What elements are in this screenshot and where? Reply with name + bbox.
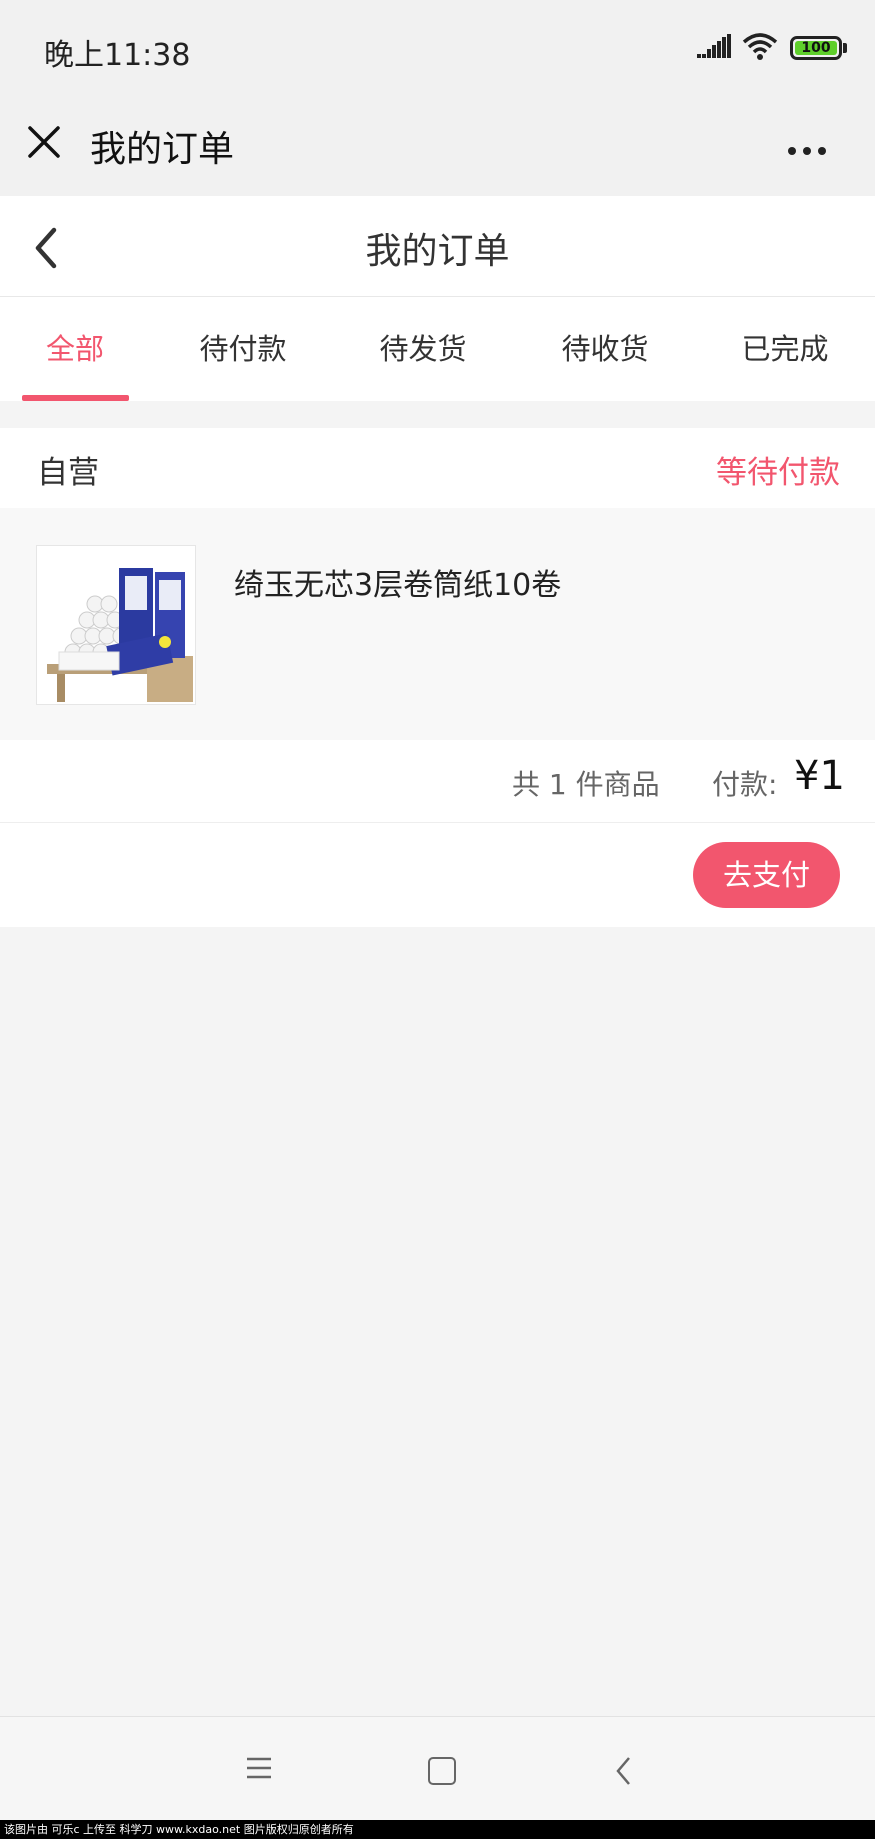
order-tabs: 全部 待付款 待发货 待收货 已完成 xyxy=(0,297,875,401)
more-icon[interactable] xyxy=(788,140,833,159)
product-thumbnail[interactable] xyxy=(36,545,196,705)
shop-name: 自营 xyxy=(37,455,99,491)
wechat-title: 我的订单 xyxy=(90,129,235,170)
tab-pending-payment[interactable]: 待付款 xyxy=(168,297,318,401)
battery-level: 100 xyxy=(795,41,837,55)
back-icon[interactable] xyxy=(614,1756,634,1786)
close-icon[interactable] xyxy=(26,124,62,160)
wifi-icon xyxy=(742,33,778,60)
battery-icon: 100 xyxy=(790,36,842,60)
order-status: 等待付款 xyxy=(716,455,840,491)
product-name[interactable]: 绮玉无芯3层卷筒纸10卷 xyxy=(234,560,561,604)
tab-pending-receipt[interactable]: 待收货 xyxy=(530,297,680,401)
battery-tip xyxy=(843,43,847,53)
payment-amount: ¥1 xyxy=(794,753,845,799)
tab-completed[interactable]: 已完成 xyxy=(710,297,860,401)
watermark-text: 该图片由 可乐c 上传至 科学刀 www.kxdao.net 图片版权归原创者所… xyxy=(0,1820,875,1839)
tab-pending-shipment[interactable]: 待发货 xyxy=(348,297,498,401)
payment-label: 付款: xyxy=(712,768,778,801)
menu-icon[interactable] xyxy=(245,1756,273,1780)
status-time: 晚上11:38 xyxy=(44,38,191,73)
pay-button[interactable]: 去支付 xyxy=(693,842,840,908)
tab-all[interactable]: 全部 xyxy=(0,297,150,401)
signal-icon xyxy=(697,34,731,58)
page-title: 我的订单 xyxy=(365,231,510,272)
item-count: 共 1 件商品 xyxy=(512,768,660,801)
home-icon[interactable] xyxy=(428,1757,456,1785)
active-tab-indicator xyxy=(22,395,129,401)
toilet-paper-image xyxy=(37,546,195,704)
